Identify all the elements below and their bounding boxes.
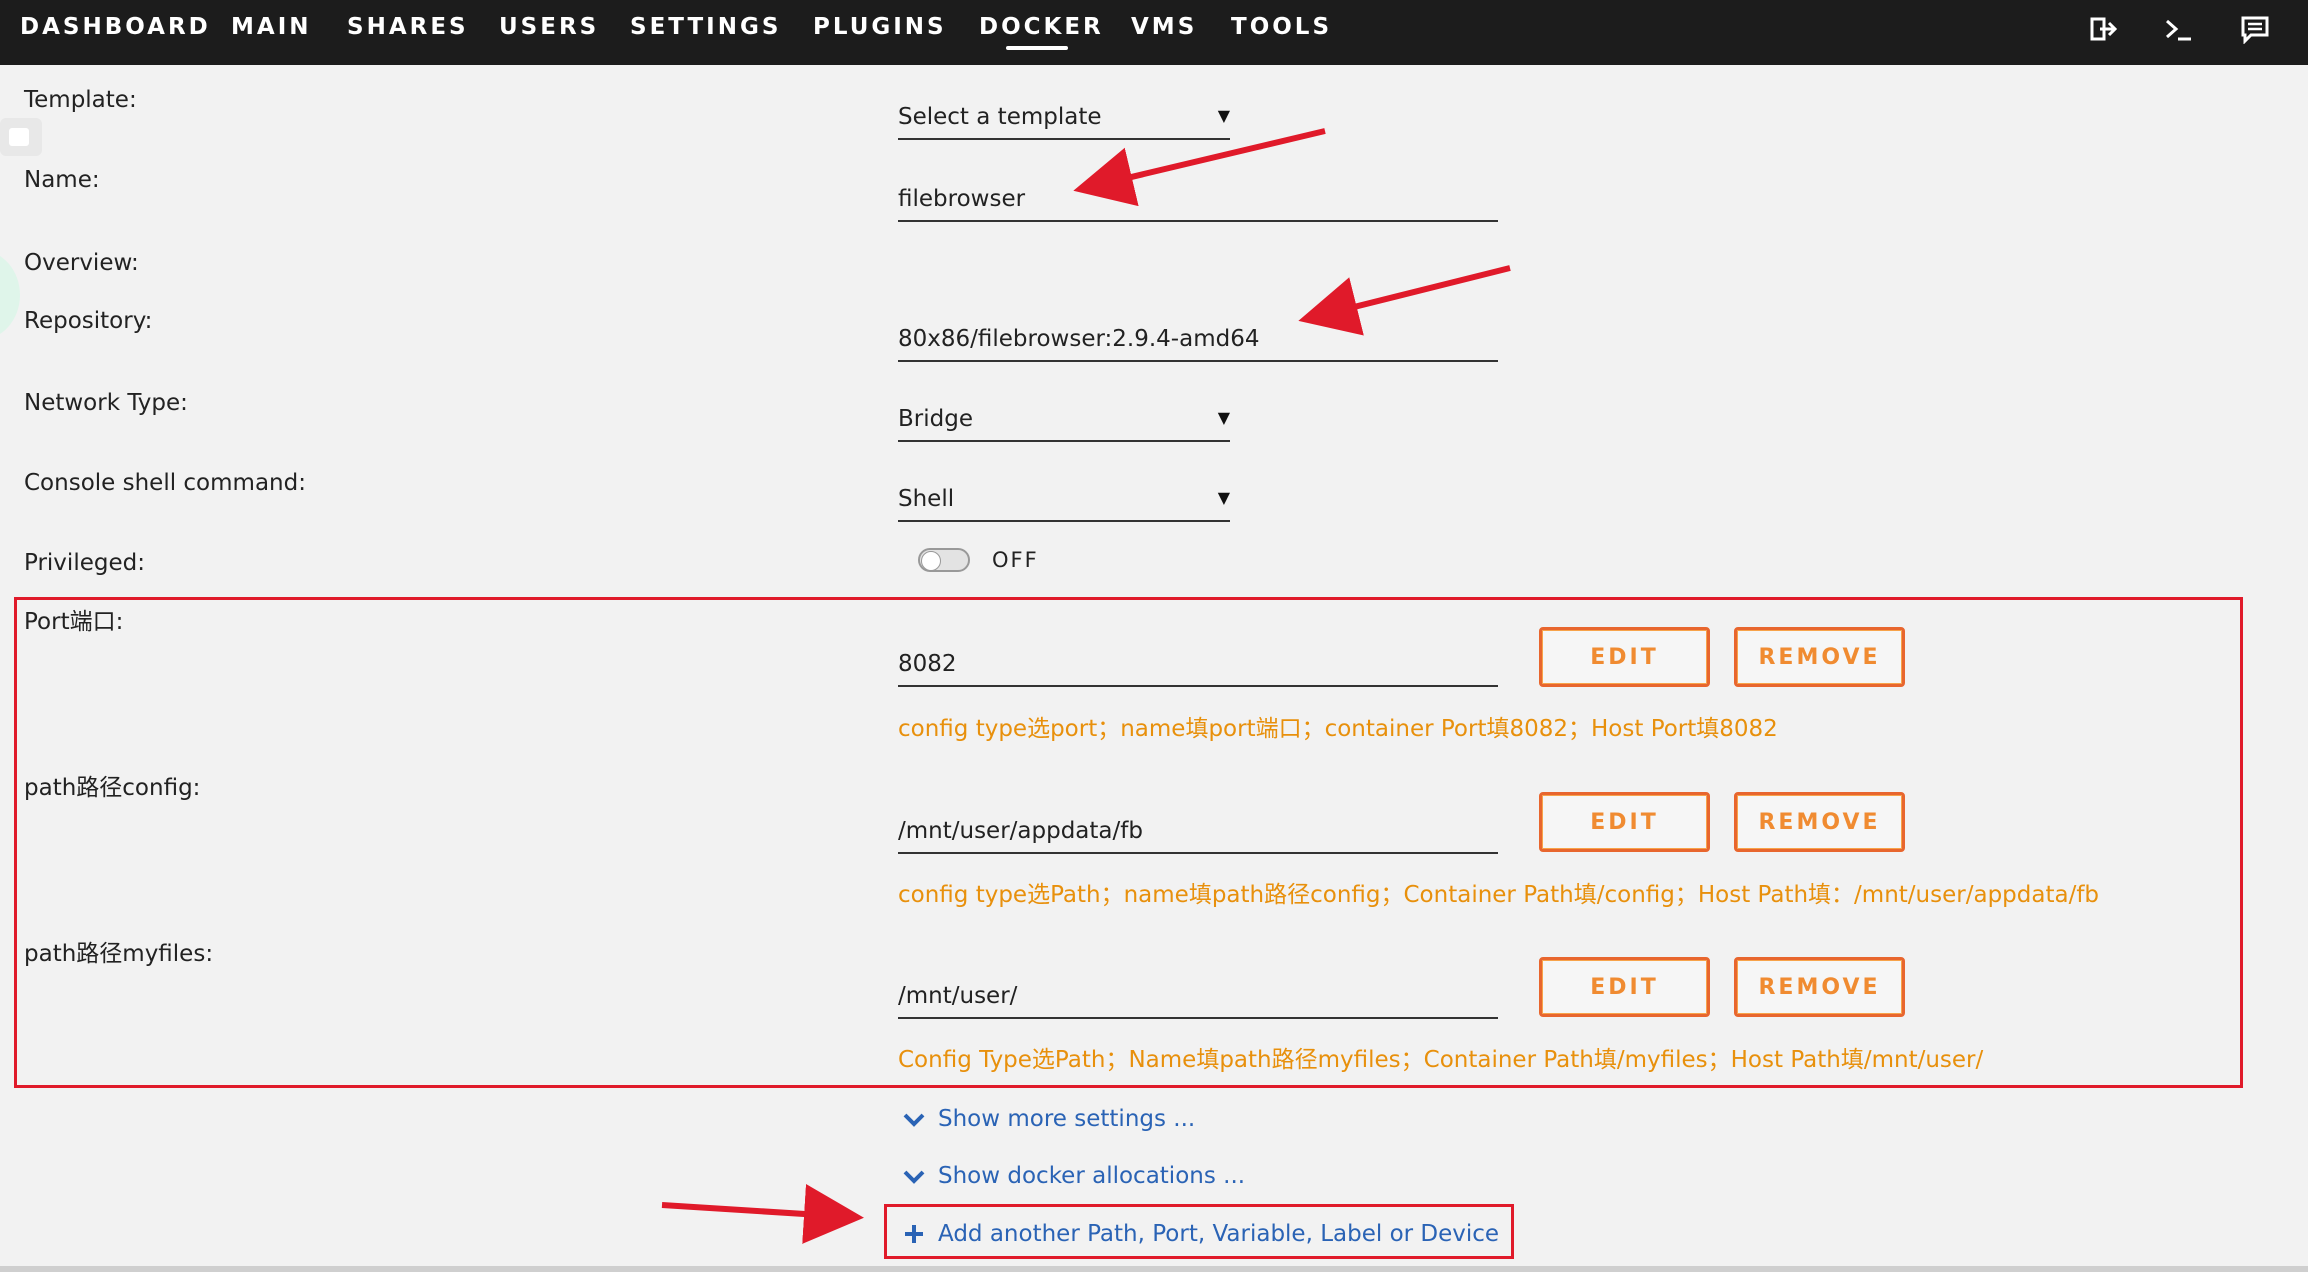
privileged-label: Privileged: bbox=[24, 550, 145, 576]
arrow-to-add-link bbox=[661, 1184, 864, 1244]
nav-main[interactable]: MAIN bbox=[231, 12, 312, 42]
chevron-down-icon: ▼ bbox=[1217, 488, 1230, 507]
privileged-state: OFF bbox=[992, 548, 1039, 572]
nav-vms[interactable]: VMS bbox=[1131, 12, 1197, 42]
nav-users[interactable]: USERS bbox=[499, 12, 599, 42]
top-navigation-bar: DASHBOARD MAIN SHARES USERS SETTINGS PLU… bbox=[0, 0, 2308, 65]
network-type-label: Network Type: bbox=[24, 390, 188, 416]
network-type-select[interactable]: Bridge ▼ bbox=[898, 396, 1230, 442]
toggle-knob bbox=[921, 551, 941, 571]
console-shell-value: Shell bbox=[898, 486, 955, 512]
logout-icon[interactable] bbox=[2088, 14, 2118, 44]
side-panel-handle[interactable] bbox=[0, 118, 42, 156]
template-label: Template: bbox=[24, 87, 137, 113]
name-input[interactable]: filebrowser bbox=[898, 176, 1498, 222]
template-select-value: Select a template bbox=[898, 104, 1102, 130]
repository-input-value: 80x86/filebrowser:2.9.4-amd64 bbox=[898, 326, 1260, 352]
network-type-value: Bridge bbox=[898, 406, 973, 432]
chevron-down-icon bbox=[902, 1107, 926, 1131]
chevron-down-icon: ▼ bbox=[1217, 106, 1230, 125]
feedback-icon[interactable] bbox=[2240, 14, 2270, 44]
nav-shares[interactable]: SHARES bbox=[347, 12, 469, 42]
show-docker-allocations-link[interactable]: Show docker allocations ... bbox=[902, 1161, 1245, 1191]
show-more-settings-link[interactable]: Show more settings ... bbox=[902, 1104, 1195, 1134]
chevron-down-icon: ▼ bbox=[1217, 408, 1230, 427]
overview-label: Overview: bbox=[24, 250, 139, 276]
template-select[interactable]: Select a template ▼ bbox=[898, 94, 1230, 140]
name-input-value: filebrowser bbox=[898, 186, 1026, 212]
arrow-to-repository bbox=[1298, 265, 1511, 336]
show-more-settings-text: Show more settings ... bbox=[938, 1106, 1196, 1132]
repository-input[interactable]: 80x86/filebrowser:2.9.4-amd64 bbox=[898, 316, 1498, 362]
console-shell-select[interactable]: Shell ▼ bbox=[898, 476, 1230, 522]
side-floating-widget[interactable] bbox=[0, 250, 20, 340]
nav-plugins[interactable]: PLUGINS bbox=[813, 12, 947, 42]
nav-active-indicator bbox=[1006, 46, 1068, 50]
annotation-add-link-box bbox=[884, 1204, 1514, 1259]
bottom-edge bbox=[0, 1266, 2308, 1272]
nav-dashboard[interactable]: DASHBOARD bbox=[20, 12, 211, 42]
annotation-config-box bbox=[14, 597, 2243, 1088]
privileged-toggle[interactable] bbox=[918, 548, 970, 572]
console-shell-label: Console shell command: bbox=[24, 470, 306, 496]
nav-tools[interactable]: TOOLS bbox=[1231, 12, 1332, 42]
repository-label: Repository: bbox=[24, 308, 153, 334]
chevron-down-icon bbox=[902, 1164, 926, 1188]
nav-docker[interactable]: DOCKER bbox=[979, 12, 1104, 42]
nav-settings[interactable]: SETTINGS bbox=[630, 12, 781, 42]
name-label: Name: bbox=[24, 167, 100, 193]
show-docker-allocations-text: Show docker allocations ... bbox=[938, 1163, 1246, 1189]
terminal-icon[interactable] bbox=[2164, 14, 2194, 44]
